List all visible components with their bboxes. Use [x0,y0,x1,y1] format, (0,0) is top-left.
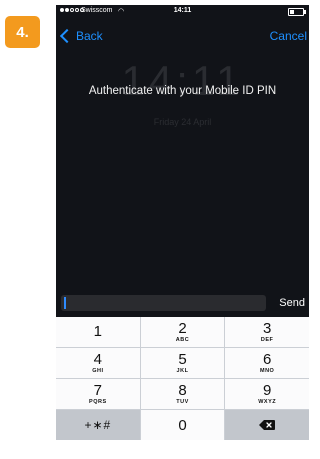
key-digit: 7 [93,382,102,399]
key-9[interactable]: 9 WXYZ [225,379,309,409]
numeric-keypad: 1 2 ABC 3 DEF 4 GHI 5 JKL 6 MNO 7 PQRS 8 [56,317,309,440]
cancel-button[interactable]: Cancel [270,29,307,43]
key-digit: 0 [178,416,187,434]
delete-backspace-icon [259,420,276,430]
pin-input[interactable] [61,295,266,311]
key-digit: 4 [93,351,102,368]
key-letters: WXYZ [258,399,277,405]
key-digit: 3 [262,320,272,337]
key-3[interactable]: 3 DEF [225,317,309,347]
back-label: Back [76,29,103,43]
key-8[interactable]: 8 TUV [140,379,225,409]
text-caret [64,297,66,309]
battery-icon [288,8,306,16]
lock-screen-date: Friday 24 April [153,117,212,127]
key-digit: 1 [93,323,102,340]
key-letters: TUV [176,399,189,405]
key-7[interactable]: 7 PQRS [56,379,140,409]
key-letters: ABC [175,337,190,343]
chevron-left-icon [59,28,75,44]
key-5[interactable]: 5 JKL [140,348,225,378]
key-digit: 8 [178,382,187,399]
key-2[interactable]: 2 ABC [140,317,225,347]
key-6[interactable]: 6 MNO [225,348,309,378]
key-letters: PQRS [89,399,107,405]
navigation-bar: Back Cancel [56,27,309,47]
key-4[interactable]: 4 GHI [56,348,140,378]
key-letters: JKL [176,368,189,374]
key-letters: DEF [260,337,274,343]
symbols-key[interactable]: +∗# [56,410,140,440]
key-digit: 2 [178,320,187,337]
authentication-prompt: Authenticate with your Mobile ID PIN [88,85,277,97]
key-digit: 5 [178,351,187,368]
key-letters: GHI [92,368,104,374]
pin-input-bar: Send [56,293,309,315]
key-0[interactable]: 0 [140,410,225,440]
back-button[interactable]: Back [59,28,103,44]
symbols-label: +∗# [84,418,112,432]
status-bar: Swisscom ◠ 14:11 [56,5,309,18]
lock-screen-clock: 14:11 [121,57,244,104]
phone-screen: Swisscom ◠ 14:11 Back Cancel 14:11 Frida… [56,5,309,440]
key-letters: MNO [259,368,275,374]
delete-key[interactable] [225,410,309,440]
status-clock: 14:11 [173,7,192,14]
key-digit: 6 [262,351,272,368]
key-digit: 9 [262,382,272,399]
send-button[interactable]: Send [279,297,305,309]
key-1[interactable]: 1 [56,317,140,347]
step-badge: 4. [5,16,40,48]
